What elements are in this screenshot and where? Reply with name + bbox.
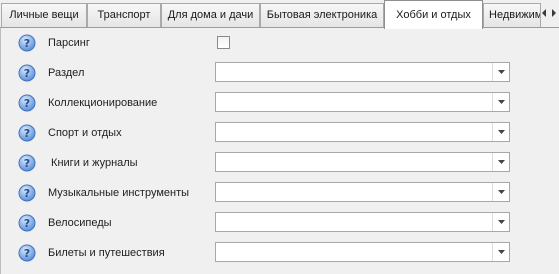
- svg-text:?: ?: [24, 127, 30, 140]
- section-row: ? Раздел: [1, 58, 559, 88]
- collecting-dropdown[interactable]: [215, 92, 510, 112]
- chevron-down-icon[interactable]: [492, 183, 509, 201]
- musical-instruments-label: Музыкальные инструменты: [48, 187, 190, 199]
- question-mark-icon[interactable]: ?: [18, 124, 36, 142]
- question-mark-icon[interactable]: ?: [18, 64, 36, 82]
- tab-transport[interactable]: Транспорт: [87, 3, 161, 28]
- question-mark-icon[interactable]: ?: [18, 154, 36, 172]
- tab-home-electronics[interactable]: Бытовая электроника: [260, 3, 384, 28]
- bicycles-row: ? Велосипеды: [1, 208, 559, 238]
- question-mark-icon[interactable]: ?: [18, 184, 36, 202]
- tab-real-estate[interactable]: Недвижим: [483, 3, 541, 28]
- tab-hobby-and-leisure[interactable]: Хобби и отдых: [384, 0, 483, 29]
- chevron-down-icon[interactable]: [492, 213, 509, 231]
- svg-text:?: ?: [24, 187, 30, 200]
- tab-home-and-garden[interactable]: Для дома и дачи: [161, 3, 260, 28]
- section-dropdown[interactable]: [215, 62, 510, 82]
- sport-and-leisure-dropdown[interactable]: [215, 122, 510, 142]
- parsing-label: Парсинг: [48, 37, 90, 49]
- books-and-magazines-dropdown[interactable]: [215, 152, 510, 172]
- bicycles-label: Велосипеды: [48, 217, 112, 229]
- chevron-down-icon[interactable]: [492, 243, 509, 261]
- arrow-left-icon: [542, 9, 547, 17]
- section-label: Раздел: [48, 67, 85, 79]
- sport-and-leisure-row: ? Спорт и отдых: [1, 118, 559, 148]
- bicycles-dropdown[interactable]: [215, 212, 510, 232]
- parsing-row: ? Парсинг: [1, 28, 559, 58]
- tab-scroll-left-button[interactable]: [540, 5, 549, 21]
- arrow-right-icon: [551, 9, 556, 17]
- svg-text:?: ?: [24, 217, 30, 230]
- tab-personal-items[interactable]: Личные вещи: [1, 3, 87, 28]
- svg-text:?: ?: [24, 67, 30, 80]
- books-and-magazines-row: ? Книги и журналы: [1, 148, 559, 178]
- hobby-settings-panel: ? Парсинг ? Раздел ? Коллекционирование …: [0, 28, 559, 274]
- tab-strip: Личные вещи Транспорт Для дома и дачи Бы…: [0, 0, 559, 29]
- chevron-down-icon[interactable]: [492, 153, 509, 171]
- question-mark-icon[interactable]: ?: [18, 94, 36, 112]
- musical-instruments-dropdown[interactable]: [215, 182, 510, 202]
- tickets-and-travel-row: ? Билеты и путешествия: [1, 238, 559, 268]
- musical-instruments-row: ? Музыкальные инструменты: [1, 178, 559, 208]
- svg-text:?: ?: [24, 37, 30, 50]
- question-mark-icon[interactable]: ?: [18, 34, 36, 52]
- chevron-down-icon[interactable]: [492, 93, 509, 111]
- collecting-row: ? Коллекционирование: [1, 88, 559, 118]
- question-mark-icon[interactable]: ?: [18, 244, 36, 262]
- sport-and-leisure-label: Спорт и отдых: [48, 127, 122, 139]
- tab-scroll-right-button[interactable]: [549, 5, 558, 21]
- tickets-and-travel-label: Билеты и путешествия: [48, 247, 165, 259]
- svg-text:?: ?: [24, 97, 30, 110]
- svg-text:?: ?: [24, 247, 30, 260]
- tickets-and-travel-dropdown[interactable]: [215, 242, 510, 262]
- svg-text:?: ?: [24, 157, 30, 170]
- question-mark-icon[interactable]: ?: [18, 214, 36, 232]
- chevron-down-icon[interactable]: [492, 123, 509, 141]
- collecting-label: Коллекционирование: [48, 97, 158, 109]
- chevron-down-icon[interactable]: [492, 63, 509, 81]
- books-and-magazines-label: Книги и журналы: [48, 157, 138, 169]
- parsing-checkbox[interactable]: [217, 36, 230, 49]
